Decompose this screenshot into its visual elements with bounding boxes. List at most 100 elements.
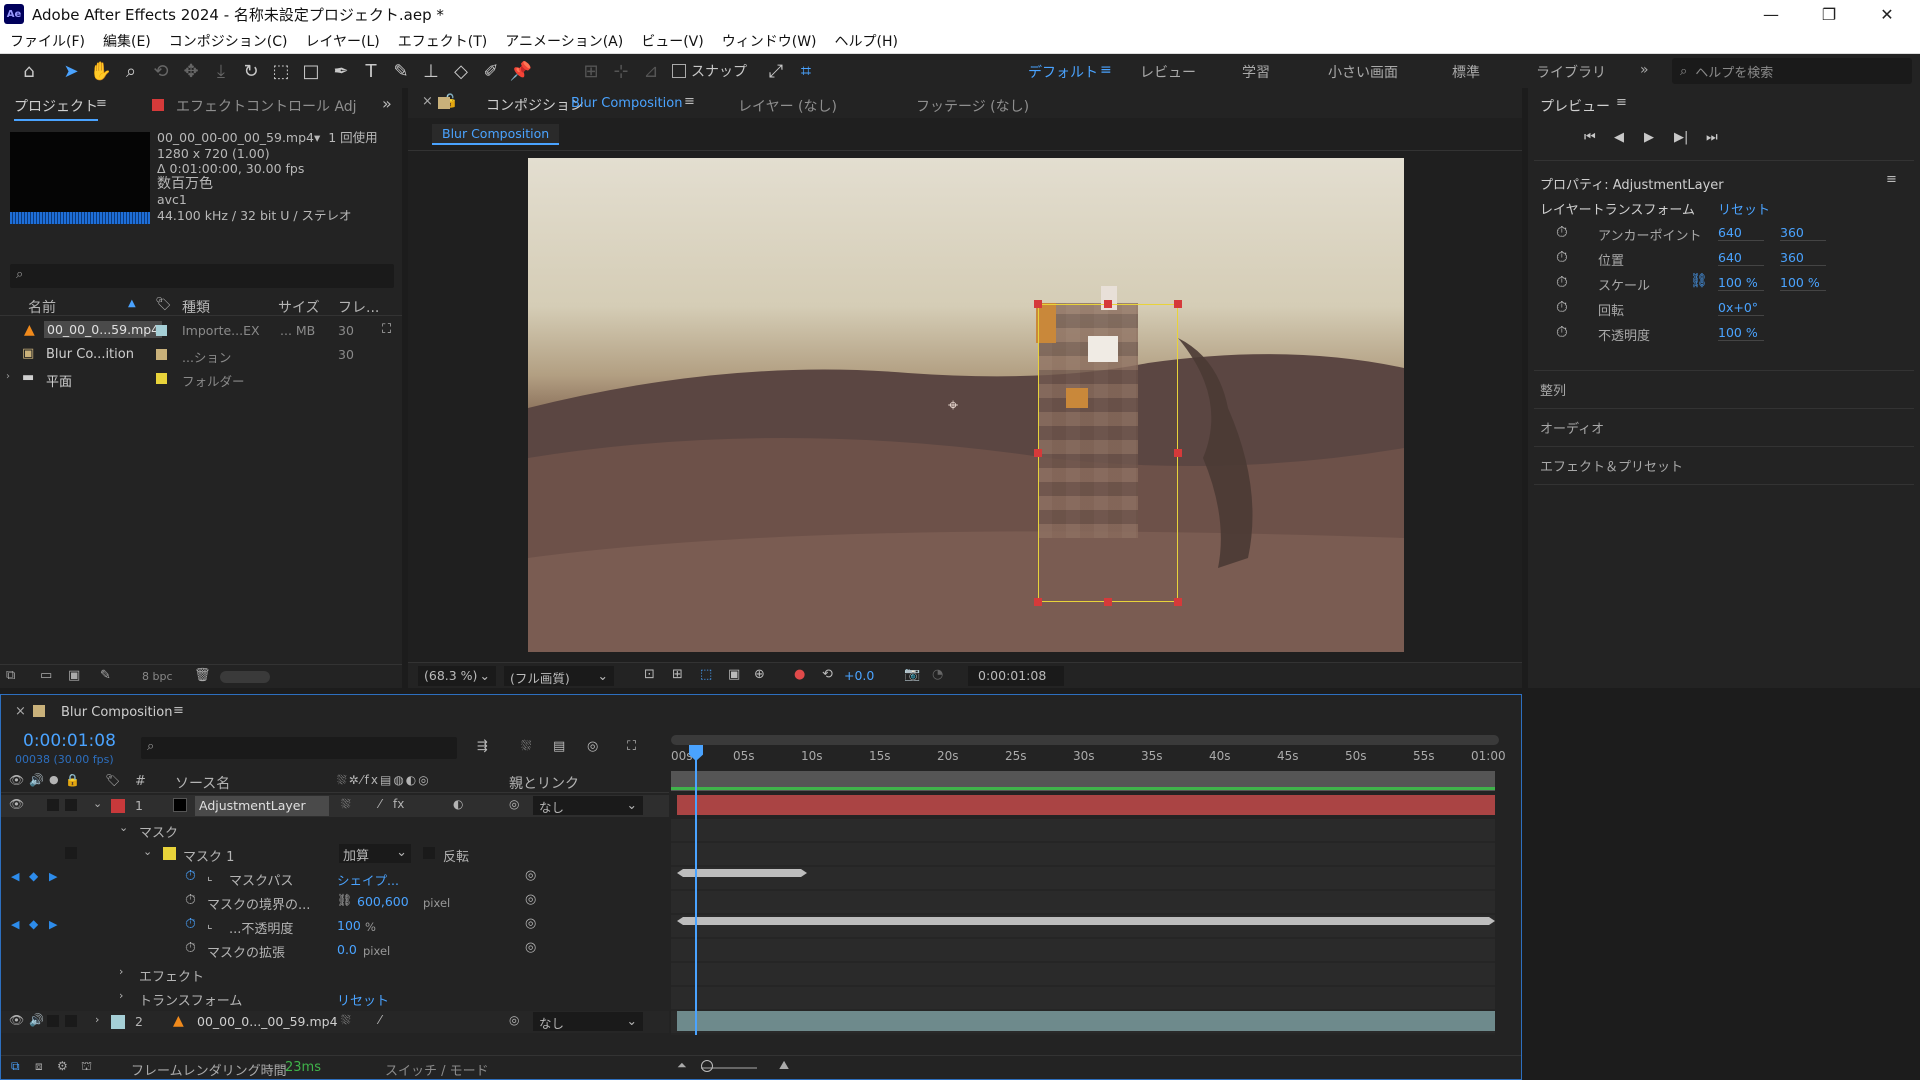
panel-menu-icon[interactable]: ≡ <box>684 94 695 109</box>
skip-to-start-icon[interactable]: ⏮ <box>1584 130 1596 145</box>
menu-view[interactable]: ビュー(V) <box>641 31 704 51</box>
workspace-standard[interactable]: 標準 <box>1452 62 1480 82</box>
layer-label-chip[interactable] <box>111 1015 125 1029</box>
layer-name[interactable]: 00_00_0..._00_59.mp4 <box>197 1014 338 1029</box>
rotate-tool-icon[interactable]: ↻ <box>236 56 266 86</box>
adjust-settings-icon[interactable]: ✎ <box>100 668 111 683</box>
hide-shy-layers-icon[interactable]: ⛆ <box>521 739 531 754</box>
solo-toggle[interactable] <box>47 799 59 811</box>
thumbnail-size-slider[interactable] <box>220 671 270 683</box>
column-source-name[interactable]: ソース名 <box>175 773 230 793</box>
home-icon[interactable]: ⌂ <box>14 56 44 86</box>
expression-pick-whip-icon[interactable]: ◎ <box>525 868 536 883</box>
mask-visibility-icon[interactable]: ⬚ <box>700 667 712 682</box>
tab-effect-controls[interactable]: エフェクトコントロール Adjustm <box>176 96 356 116</box>
menu-help[interactable]: ヘルプ(H) <box>835 31 898 51</box>
expand-chevron-icon[interactable]: › <box>119 989 123 1002</box>
tab-composition[interactable]: コンポジション <box>486 95 584 115</box>
composition-viewer[interactable]: ⌖ <box>528 158 1404 652</box>
menu-window[interactable]: ウィンドウ(W) <box>722 31 817 51</box>
layer-label-chip[interactable] <box>111 799 125 813</box>
expand-chevron-icon[interactable]: › <box>6 371 10 382</box>
snap-toggle[interactable]: スナップ <box>672 61 747 81</box>
workspace-menu-icon[interactable]: ≡ <box>1100 62 1112 78</box>
effects-presets-section[interactable]: エフェクト＆プリセット <box>1540 456 1683 475</box>
parent-dropdown[interactable]: なし ⌄ <box>533 796 643 815</box>
label-tag-icon[interactable]: 🏷 <box>155 297 172 312</box>
exposure-value[interactable]: +0.0 <box>844 668 874 683</box>
project-item-name[interactable]: 00_00_0...59.mp4 <box>44 321 163 338</box>
new-folder-icon[interactable]: ▭ <box>40 668 52 683</box>
zoom-slider-thumb[interactable] <box>701 1060 713 1072</box>
mask-feather-value[interactable]: 600,600 <box>357 894 409 909</box>
tab-footage[interactable]: フッテージ (なし) <box>916 96 1029 116</box>
layer-row-2[interactable]: 👁 🔊 › 2 ▲ 00_00_0..._00_59.mp4 ⛆ ⁄ ◎ なし ⌄ <box>1 1011 669 1033</box>
stopwatch-active-icon[interactable]: ⏱ <box>185 868 196 884</box>
playhead-line[interactable] <box>695 745 697 1035</box>
tab-layer[interactable]: レイヤー (なし) <box>738 96 837 116</box>
add-keyframe-icon[interactable]: ◆ <box>29 869 38 883</box>
panel-menu-icon[interactable]: ≡ <box>173 703 184 718</box>
timeline-tab-name[interactable]: Blur Composition <box>61 705 172 720</box>
audio-section[interactable]: オーディオ <box>1540 418 1604 437</box>
close-tab-icon[interactable]: × <box>422 94 433 109</box>
panel-menu-icon[interactable]: ≡ <box>1886 172 1897 187</box>
collapse-chevron-icon[interactable]: ⌄ <box>143 845 152 858</box>
zoom-tool-icon[interactable]: ⌕ <box>116 56 146 86</box>
lock-toggle[interactable] <box>65 847 77 859</box>
mask-color-chip[interactable] <box>163 847 176 860</box>
lock-icon[interactable]: 🔒 <box>65 773 80 787</box>
transparency-grid-icon[interactable]: ⊞ <box>672 667 683 682</box>
reset-exposure-icon[interactable]: ⟲ <box>822 667 833 682</box>
flowchart-icon[interactable]: ⛶ <box>382 322 391 337</box>
pick-whip-icon[interactable]: ◎ <box>509 797 519 811</box>
mask-mode-dropdown[interactable]: 加算 ⌄ <box>339 844 411 864</box>
clone-stamp-tool-icon[interactable]: ⊥ <box>416 56 446 86</box>
audio-icon[interactable]: 🔊 <box>29 1013 44 1027</box>
column-frame-rate[interactable]: フレ... <box>338 297 379 317</box>
opacity-value[interactable]: 100 % <box>1718 325 1764 341</box>
adjustment-switch-icon[interactable]: ◐ <box>453 797 463 811</box>
lock-toggle[interactable] <box>65 1015 77 1027</box>
region-of-interest-icon[interactable]: ▣ <box>728 667 740 682</box>
solo-icon[interactable]: ● <box>49 773 59 786</box>
expression-pick-whip-icon[interactable]: ◎ <box>525 940 536 955</box>
transform-group-row[interactable]: › トランスフォーム リセット <box>1 987 669 1009</box>
pen-tool-icon[interactable]: ✒ <box>326 56 356 86</box>
zoom-dropdown[interactable]: (68.3 %) ⌄ <box>418 666 496 686</box>
timeline-search-input[interactable]: ⌕ <box>141 737 457 759</box>
stopwatch-active-icon[interactable]: ⏱ <box>185 916 196 932</box>
delete-trash-icon[interactable]: 🗑 <box>194 668 211 683</box>
label-tag-icon[interactable]: 🏷 <box>105 773 120 787</box>
stopwatch-icon[interactable]: ⏱ <box>185 892 196 908</box>
stopwatch-icon[interactable]: ⏱ <box>1556 323 1568 341</box>
stopwatch-icon[interactable]: ⏱ <box>1556 223 1568 241</box>
layer-name[interactable]: AdjustmentLayer <box>195 796 329 816</box>
menu-file[interactable]: ファイル(F) <box>10 31 85 51</box>
mask-vertex-handle[interactable] <box>1104 300 1112 308</box>
mask-expansion-value[interactable]: 0.0 <box>337 942 357 957</box>
tab-project[interactable]: プロジェクト <box>14 96 98 121</box>
next-keyframe-icon[interactable]: ▶ <box>49 918 57 931</box>
grid-guides-icon[interactable]: ⊕ <box>754 667 765 682</box>
snap-target-icon[interactable]: ⌗ <box>791 56 821 86</box>
workspace-small-screen[interactable]: 小さい画面 <box>1328 62 1398 82</box>
workspace-more-icon[interactable]: » <box>1640 62 1649 78</box>
collapse-chevron-icon[interactable]: ⌄ <box>93 797 102 810</box>
mask-vertex-handle[interactable] <box>1174 449 1182 457</box>
close-tab-icon[interactable]: × <box>15 704 26 719</box>
prev-keyframe-icon[interactable]: ◀ <box>11 918 19 931</box>
fast-previews-icon[interactable]: ⊡ <box>644 667 655 682</box>
shy-switch-icon[interactable]: ⛆ <box>341 1013 351 1028</box>
stopwatch-icon[interactable]: ⏱ <box>1556 298 1568 316</box>
anchor-y-value[interactable]: 360 <box>1780 225 1826 241</box>
bit-depth-button[interactable]: 8 bpc <box>142 670 173 683</box>
workspace-default[interactable]: デフォルト <box>1028 62 1098 82</box>
expression-pick-whip-icon[interactable]: ◎ <box>525 916 536 931</box>
orbit-camera-icon[interactable]: ⟲ <box>146 56 176 86</box>
brush-tool-icon[interactable]: ✎ <box>386 56 416 86</box>
transform-reset-link[interactable]: リセット <box>337 990 389 1009</box>
mask-feather-row[interactable]: ⏱ マスクの境界の... ⛓ 600,600 pixel ◎ <box>1 891 669 913</box>
channel-rgb-icon[interactable]: ● <box>794 667 805 682</box>
lock-toggle[interactable] <box>65 799 77 811</box>
